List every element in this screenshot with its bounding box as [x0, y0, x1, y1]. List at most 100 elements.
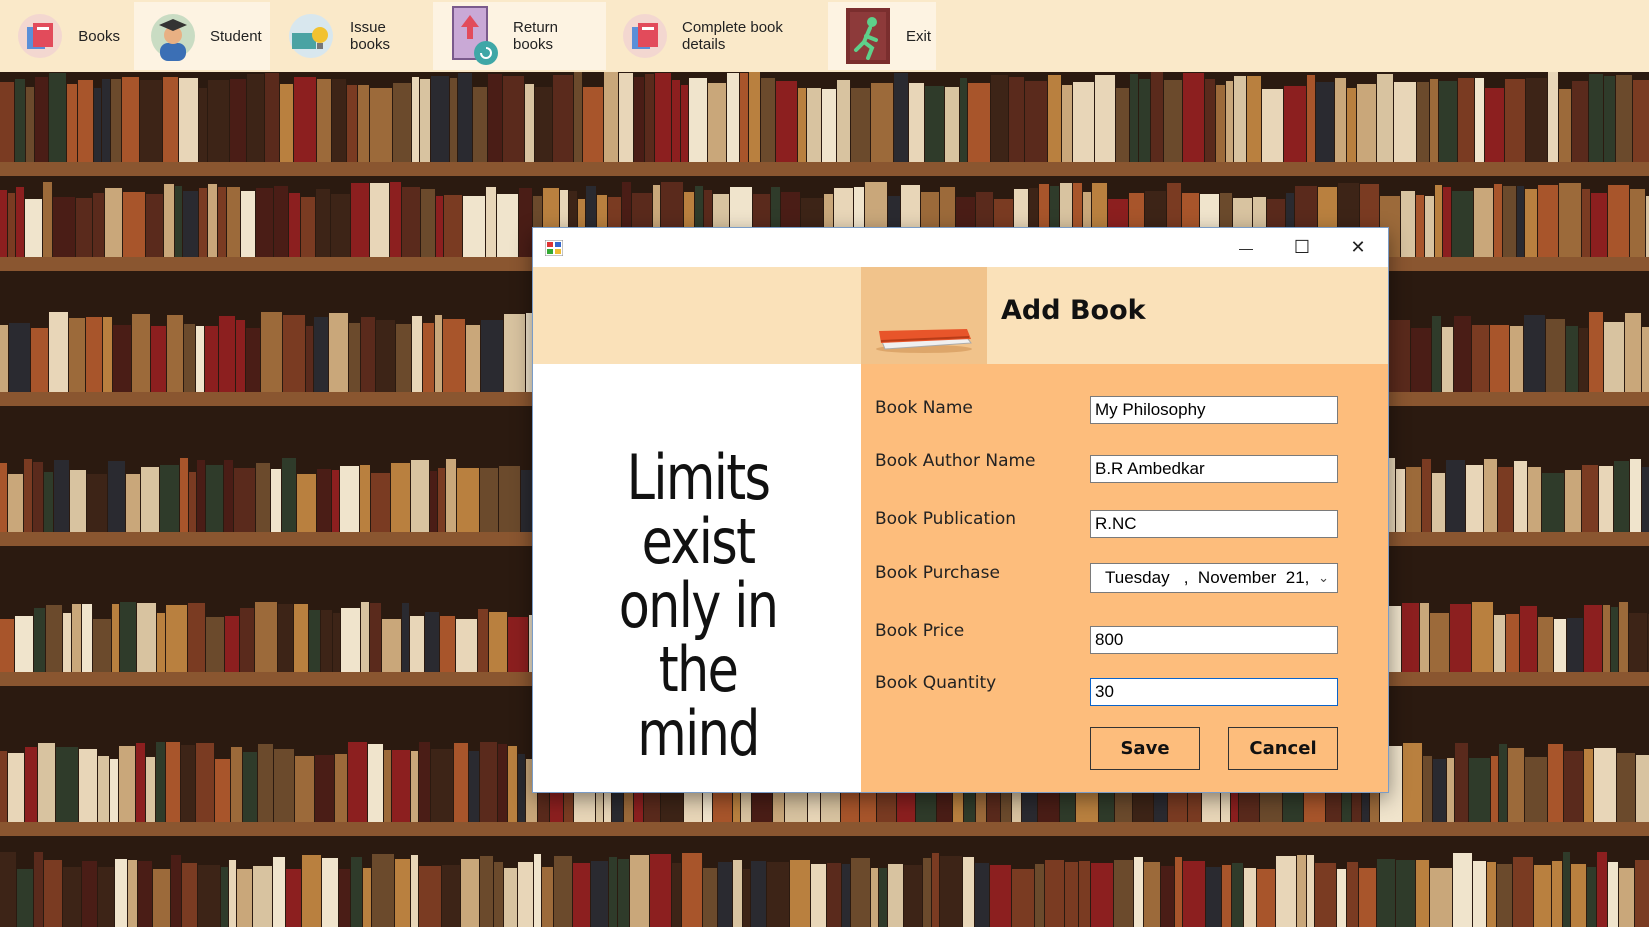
shelf-book — [206, 617, 224, 672]
shelf-book — [1244, 868, 1256, 927]
shelf-book — [63, 867, 81, 927]
shelf-book — [822, 89, 836, 162]
book-quantity-input[interactable] — [1090, 678, 1338, 706]
shelf-book — [361, 602, 369, 672]
book-publication-label: Book Publication — [875, 509, 1017, 529]
shelf-book — [1403, 743, 1422, 822]
book-stack-icon — [876, 329, 972, 353]
shelf-book — [1183, 861, 1205, 927]
shelf-book — [189, 472, 196, 532]
shelf-book — [333, 613, 340, 672]
shelf-book — [335, 754, 347, 822]
shelf-book — [302, 855, 321, 927]
shelf-book — [294, 77, 316, 162]
add-book-form: Book Name Book Author Name Book Publicat… — [861, 364, 1388, 792]
menu-item-exit[interactable]: Exit — [828, 2, 936, 70]
shelf-book — [1045, 860, 1064, 927]
shelf-book — [180, 458, 188, 532]
shelf-book — [1025, 81, 1047, 162]
shelf-book — [297, 474, 316, 532]
shelf-book — [196, 326, 204, 392]
shelf-book — [1183, 73, 1204, 162]
shelf-book — [1497, 864, 1512, 927]
minimize-button[interactable]: — — [1218, 228, 1274, 267]
shelf-book — [49, 312, 68, 392]
books-icon — [16, 11, 64, 61]
shelf-book — [1526, 78, 1547, 162]
menu-item-books[interactable]: Books — [0, 2, 134, 70]
shelf-book — [573, 863, 590, 927]
shelf-book — [376, 320, 395, 392]
shelf-book — [301, 197, 315, 257]
shelf-book — [215, 759, 230, 822]
shelf-book — [105, 188, 122, 257]
shelf-book — [372, 854, 394, 927]
shelf-book — [457, 468, 479, 532]
chevron-down-icon[interactable]: ⌄ — [1318, 570, 1329, 586]
shelf-book — [93, 193, 104, 257]
shelf-book — [1490, 325, 1509, 392]
shelf-book — [208, 184, 217, 257]
shelf-book — [63, 613, 71, 672]
shelf-book — [94, 88, 101, 162]
shelf-book — [1455, 743, 1468, 822]
shelf-book — [126, 474, 140, 532]
shelf-book — [1484, 459, 1497, 532]
shelf-book — [461, 859, 479, 927]
shelf-book — [140, 80, 162, 162]
shelf-book — [181, 745, 195, 822]
save-button[interactable]: Save — [1090, 727, 1200, 770]
shelf-book — [412, 77, 419, 162]
shelf-book — [1417, 82, 1429, 162]
shelf-book — [1642, 327, 1649, 392]
shelf-book — [370, 183, 389, 257]
book-publication-input[interactable] — [1090, 510, 1338, 538]
shelf-book — [480, 468, 498, 532]
book-name-input[interactable] — [1090, 396, 1338, 424]
shelf-book — [1538, 617, 1553, 672]
dialog-titlebar[interactable]: — ☐ ✕ — [533, 228, 1388, 267]
shelf-book — [1205, 79, 1215, 162]
shelf-book — [309, 610, 320, 672]
shelf-book — [113, 325, 131, 392]
maximize-button[interactable]: ☐ — [1274, 228, 1330, 267]
shelf-book — [382, 619, 401, 672]
shelf-book — [184, 324, 195, 392]
shelf-book — [851, 858, 870, 927]
shelf-book — [480, 742, 497, 822]
shelf-book — [827, 863, 841, 927]
shelf-book — [1538, 185, 1558, 257]
book-author-input[interactable] — [1090, 455, 1338, 483]
shelf-book — [525, 84, 534, 162]
menu-item-student[interactable]: Student — [134, 2, 270, 70]
shelf-book — [1534, 865, 1551, 927]
book-purchase-date-picker[interactable]: Tuesday , November 21, ⌄ — [1090, 563, 1338, 593]
shelf-book — [481, 320, 503, 392]
menu-item-complete-book-details[interactable]: Complete book details — [606, 2, 830, 70]
shelf-book — [1388, 320, 1410, 392]
shelf-book — [776, 81, 797, 162]
shelf-book — [53, 197, 75, 257]
shelf-book — [199, 88, 207, 162]
menu-item-return-books[interactable]: Return books — [433, 2, 606, 70]
shelf-book — [740, 73, 748, 162]
shelf-book — [274, 186, 288, 257]
shelf-book — [940, 856, 962, 927]
close-button[interactable]: ✕ — [1330, 228, 1386, 267]
shelf-book — [1565, 470, 1581, 532]
shelf-book — [488, 74, 502, 162]
book-price-input[interactable] — [1090, 626, 1338, 654]
shelf-book — [504, 314, 525, 392]
shelf-book — [1636, 755, 1649, 822]
shelf-book — [1513, 857, 1533, 927]
shelf-book — [156, 742, 165, 822]
shelf-book — [317, 469, 331, 532]
shelf-book — [749, 72, 760, 162]
shelf-book — [1359, 868, 1376, 927]
shelf-book — [879, 868, 887, 927]
shelf-book — [1566, 326, 1578, 392]
shelf-book — [255, 602, 277, 672]
cancel-button[interactable]: Cancel — [1228, 727, 1338, 770]
menu-item-issue-books[interactable]: Issue books — [270, 2, 433, 70]
shelf-book — [923, 858, 931, 927]
